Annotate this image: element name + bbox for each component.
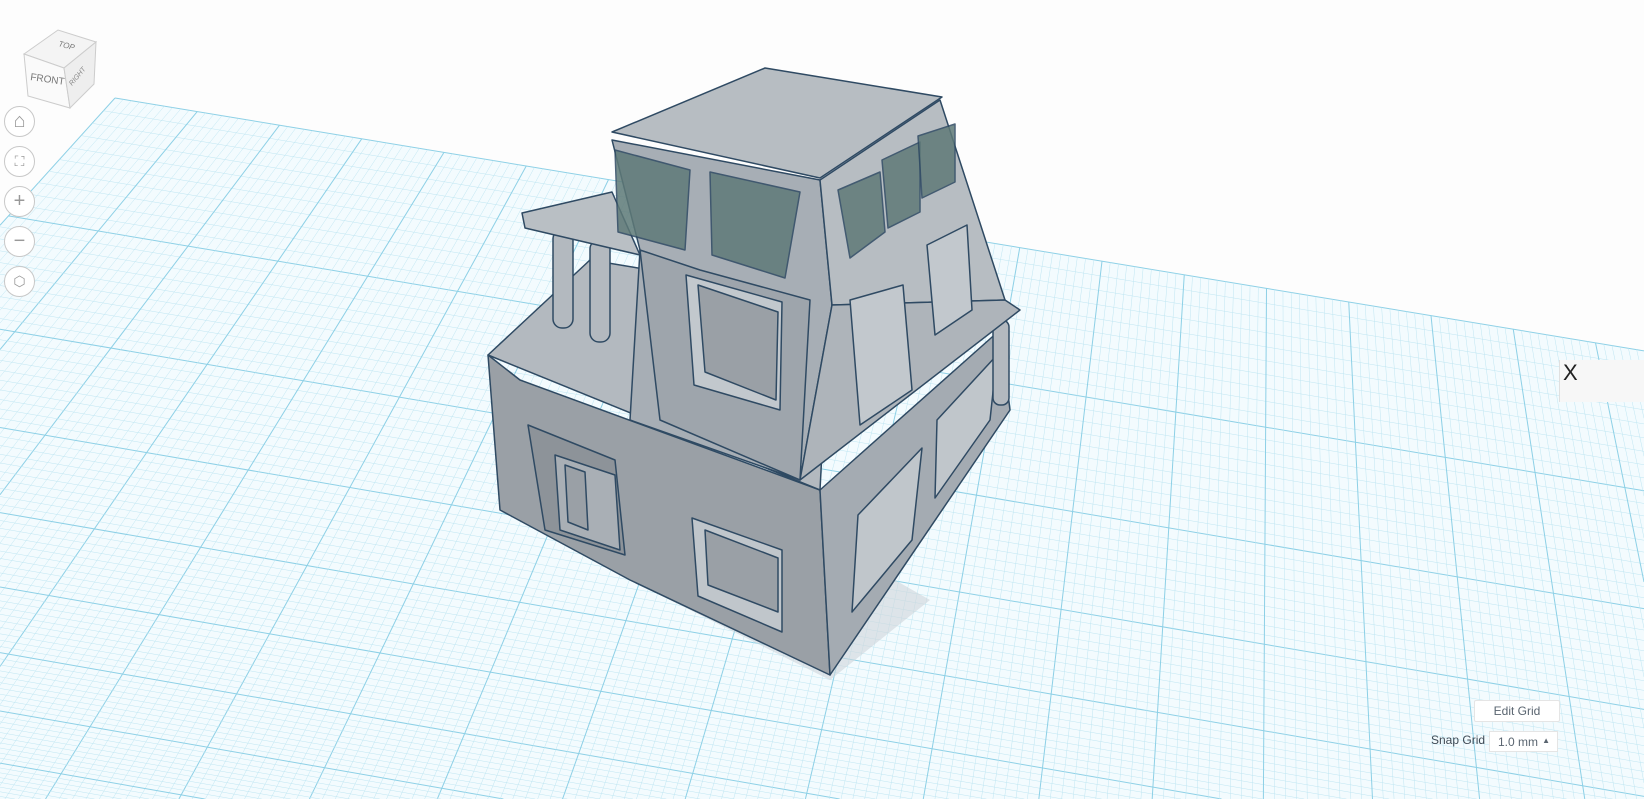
perspective-toggle-button[interactable]: ⬡ — [4, 266, 35, 297]
caret-up-icon: ▲ — [1542, 736, 1550, 745]
cube-icon: ⬡ — [13, 273, 26, 289]
fit-view-button[interactable]: ⛶ — [4, 146, 35, 177]
side-panel-label: X — [1563, 360, 1578, 385]
snap-grid-select[interactable]: 1.0 mm ▲ — [1489, 731, 1558, 752]
edit-grid-button[interactable]: Edit Grid — [1474, 700, 1560, 722]
minus-icon: − — [13, 230, 26, 252]
side-panel-toggle[interactable]: X — [1559, 360, 1644, 402]
zoom-out-button[interactable]: − — [4, 226, 35, 257]
zoom-in-button[interactable]: + — [4, 186, 35, 217]
snap-grid-value: 1.0 mm — [1498, 734, 1539, 749]
view-cube[interactable]: TOP FRONT RIGHT — [18, 24, 102, 112]
fit-all-icon: ⛶ — [14, 153, 25, 169]
plus-icon: + — [13, 190, 26, 212]
snap-grid-label: Snap Grid — [1431, 733, 1486, 747]
workplane-viewport[interactable] — [0, 0, 1644, 799]
home-icon: ⌂ — [13, 110, 26, 132]
home-view-button[interactable]: ⌂ — [4, 106, 35, 137]
